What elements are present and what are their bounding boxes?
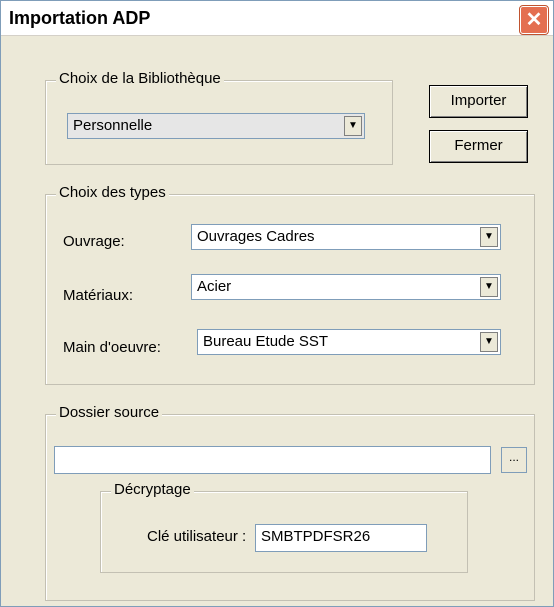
chevron-down-icon[interactable]: ▼: [480, 277, 498, 297]
close-icon[interactable]: ✕: [519, 5, 549, 35]
library-select-value: Personnelle: [73, 117, 153, 134]
materiaux-label: Matériaux:: [63, 287, 134, 304]
chevron-down-icon[interactable]: ▼: [344, 116, 362, 136]
close-button[interactable]: Fermer: [429, 130, 528, 163]
library-group-legend: Choix de la Bibliothèque: [56, 70, 224, 87]
library-select[interactable]: Personnelle ▼: [67, 113, 365, 139]
import-button[interactable]: Importer: [429, 85, 528, 118]
chevron-down-icon[interactable]: ▼: [480, 227, 498, 247]
materiaux-select-value: Acier: [197, 278, 232, 295]
main-oeuvre-select[interactable]: Bureau Etude SST ▼: [197, 329, 501, 355]
types-group-legend: Choix des types: [56, 184, 169, 201]
materiaux-select[interactable]: Acier ▼: [191, 274, 501, 300]
ouvrage-select-value: Ouvrages Cadres: [197, 228, 315, 245]
source-folder-input[interactable]: [54, 446, 491, 474]
ouvrage-select[interactable]: Ouvrages Cadres ▼: [191, 224, 501, 250]
user-key-input[interactable]: SMBTPDFSR26: [255, 524, 427, 552]
main-oeuvre-select-value: Bureau Etude SST: [203, 333, 329, 350]
chevron-down-icon[interactable]: ▼: [480, 332, 498, 352]
import-dialog: Importation ADP ✕ Choix de la Bibliothèq…: [0, 0, 554, 607]
user-key-label: Clé utilisateur :: [147, 528, 247, 545]
types-group: Choix des types Ouvrage: Ouvrages Cadres…: [45, 184, 535, 385]
decryption-legend: Décryptage: [111, 481, 194, 498]
source-folder-legend: Dossier source: [56, 404, 163, 421]
browse-button[interactable]: ...: [501, 447, 527, 473]
main-oeuvre-label: Main d'oeuvre:: [63, 339, 161, 356]
ouvrage-label: Ouvrage:: [63, 233, 125, 250]
window-title: Importation ADP: [9, 8, 151, 28]
title-bar: Importation ADP ✕: [1, 1, 553, 36]
library-group: Choix de la Bibliothèque Personnelle ▼: [45, 70, 393, 165]
